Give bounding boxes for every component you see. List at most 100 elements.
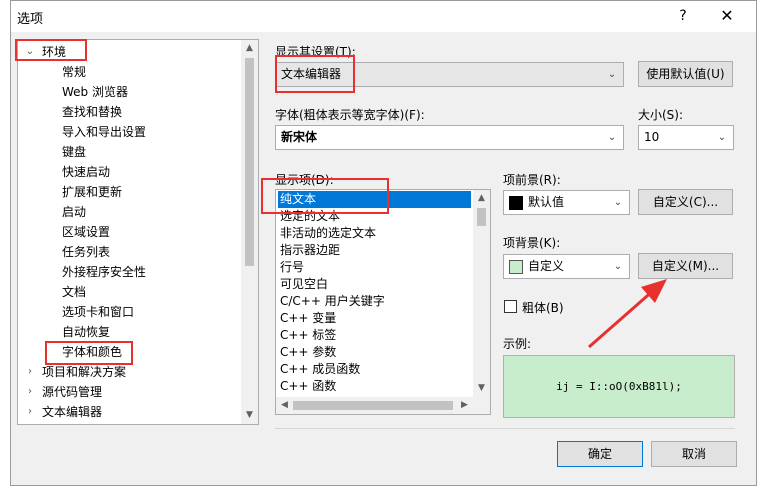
tree-item[interactable]: 扩展和更新 [18,182,242,202]
sample-label: 示例: [503,337,532,351]
tree-item-label: 键盘 [62,145,87,159]
tree-item[interactable]: 导入和导出设置 [18,122,242,142]
tree-item[interactable]: Web 浏览器 [18,82,242,102]
tree-scroll-thumb[interactable] [245,58,254,266]
help-button[interactable]: ? [669,5,697,27]
chevron-down-icon: ⌄ [717,132,727,143]
tree-item[interactable]: 自动恢复 [18,322,242,342]
highlight-box-environment [15,39,87,61]
divider [275,428,735,429]
chevron-down-icon: ⌄ [613,197,623,208]
items-scroll-thumb[interactable] [477,208,486,226]
display-items-list[interactable]: 纯文本 选定的文本 非活动的选定文本 指示器边距 行号 可见空白 C/C++ 用户关键字 C+… [275,189,491,415]
tree-item[interactable]: 文档 [18,282,242,302]
items-vertical-scrollbar[interactable]: ▲ ▼ [473,190,490,397]
scroll-down-icon[interactable]: ▼ [241,407,258,424]
display-item[interactable]: C++ 变量 [278,310,471,327]
foreground-value: 默认值 [528,195,565,209]
display-item[interactable]: 可见空白 [278,276,471,293]
display-item[interactable]: C++ 成员函数 [278,361,471,378]
chevron-right-icon[interactable]: › [24,362,36,382]
display-item[interactable]: C++ 函数 [278,378,471,395]
bold-label: 粗体(B) [522,301,564,315]
sample-text: ij = I::oO(0xB81l); [556,380,682,393]
ok-button[interactable]: 确定 [557,441,643,467]
tree-item-label: 区域设置 [62,225,111,239]
tree-item[interactable]: 外接程序安全性 [18,262,242,282]
tree-item[interactable]: 键盘 [18,142,242,162]
background-editor-strip [0,0,10,494]
tree-item-label: 导入和导出设置 [62,125,147,139]
chevron-down-icon: ⌄ [607,69,617,80]
highlight-box-fonts-colors [45,341,133,365]
foreground-label: 项前景(R): [503,173,561,187]
items-horizontal-scrollbar[interactable]: ◀ ▶ [276,397,473,414]
sample-preview: ij = I::oO(0xB81l); [503,355,735,418]
display-item[interactable]: C++ 标签 [278,327,471,344]
font-combo[interactable]: 新宋体 ⌄ [275,125,624,150]
tree-item[interactable]: 查找和替换 [18,102,242,122]
chevron-down-icon: ⌄ [607,132,617,143]
display-item[interactable]: 指示器边距 [278,242,471,259]
chevron-right-icon[interactable]: › [24,382,36,402]
background-label: 项背景(K): [503,236,561,250]
highlight-box-plain-text [261,178,389,214]
size-label: 大小(S): [638,108,684,122]
options-tree[interactable]: ⌄ 环境 常规 Web 浏览器 查找和替换 导入和导出设置 键盘 快速启动 扩展和更新 启动 区域设… [17,39,259,425]
display-item[interactable]: C++ 参数 [278,344,471,361]
tree-item-label: 查找和替换 [62,105,123,119]
custom-foreground-button[interactable]: 自定义(C)... [638,189,733,215]
background-editor-bottom [0,486,757,494]
size-combo[interactable]: 10 ⌄ [638,125,734,150]
scrollbar-corner [473,397,490,414]
title-bar: 选项 ? ✕ [11,1,756,32]
foreground-combo[interactable]: 默认值 ⌄ [503,190,630,215]
tree-item-label: 启动 [62,205,87,219]
tree-item-label: 任务列表 [62,245,111,259]
scroll-up-icon[interactable]: ▲ [241,40,258,57]
tree-item[interactable]: 任务列表 [18,242,242,262]
tree-item[interactable]: 启动 [18,202,242,222]
items-hscroll-thumb[interactable] [293,401,453,410]
scroll-up-icon[interactable]: ▲ [473,190,490,207]
tree-item[interactable]: 常规 [18,62,242,82]
tree-item[interactable]: 选项卡和窗口 [18,302,242,322]
tree-item[interactable]: › 源代码管理 [18,382,242,402]
tree-item-label: 项目和解决方案 [42,365,127,379]
options-dialog: 选项 ? ✕ ⌄ 环境 常规 Web 浏览器 查找和替换 导入和导出设置 键盘 快速启动 扩展和… [10,0,757,486]
tree-item-label: 文档 [62,285,87,299]
use-defaults-button[interactable]: 使用默认值(U) [638,61,733,87]
display-item[interactable]: C/C++ 用户关键字 [278,293,471,310]
tree-item-label: 选项卡和窗口 [62,305,135,319]
size-value: 10 [644,130,660,144]
tree-item-label: 外接程序安全性 [62,265,147,279]
background-value: 自定义 [528,259,565,273]
tree-item[interactable]: 快速启动 [18,162,242,182]
foreground-color-swatch [509,196,523,210]
tree-item-label: 快速启动 [62,165,111,179]
tree-vertical-scrollbar[interactable]: ▲ ▼ [241,40,258,424]
tree-item[interactable]: 区域设置 [18,222,242,242]
cancel-button[interactable]: 取消 [651,441,737,467]
scroll-down-icon[interactable]: ▼ [473,380,490,397]
tree-item-label: Web 浏览器 [62,85,128,99]
chevron-right-icon[interactable]: › [24,402,36,422]
background-color-swatch [509,260,523,274]
highlight-box-text-editor [275,55,355,93]
close-button[interactable]: ✕ [713,5,741,27]
tree-item-label: 自动恢复 [62,325,111,339]
tree-item[interactable]: › 文本编辑器 [18,402,242,422]
dialog-title: 选项 [17,12,44,27]
annotation-arrow-icon [588,279,667,349]
display-item[interactable]: 非活动的选定文本 [278,225,471,242]
tree-item-label: 源代码管理 [42,385,103,399]
scroll-left-icon[interactable]: ◀ [276,397,293,414]
tree-item-label: 常规 [62,65,87,79]
tree-item[interactable]: › 项目和解决方案 [18,362,242,382]
font-label: 字体(粗体表示等宽字体)(F): [275,108,425,122]
font-value: 新宋体 [281,130,318,144]
tree-item-label: 扩展和更新 [62,185,123,199]
display-item[interactable]: 行号 [278,259,471,276]
bold-checkbox[interactable] [504,300,517,313]
scroll-right-icon[interactable]: ▶ [456,397,473,414]
